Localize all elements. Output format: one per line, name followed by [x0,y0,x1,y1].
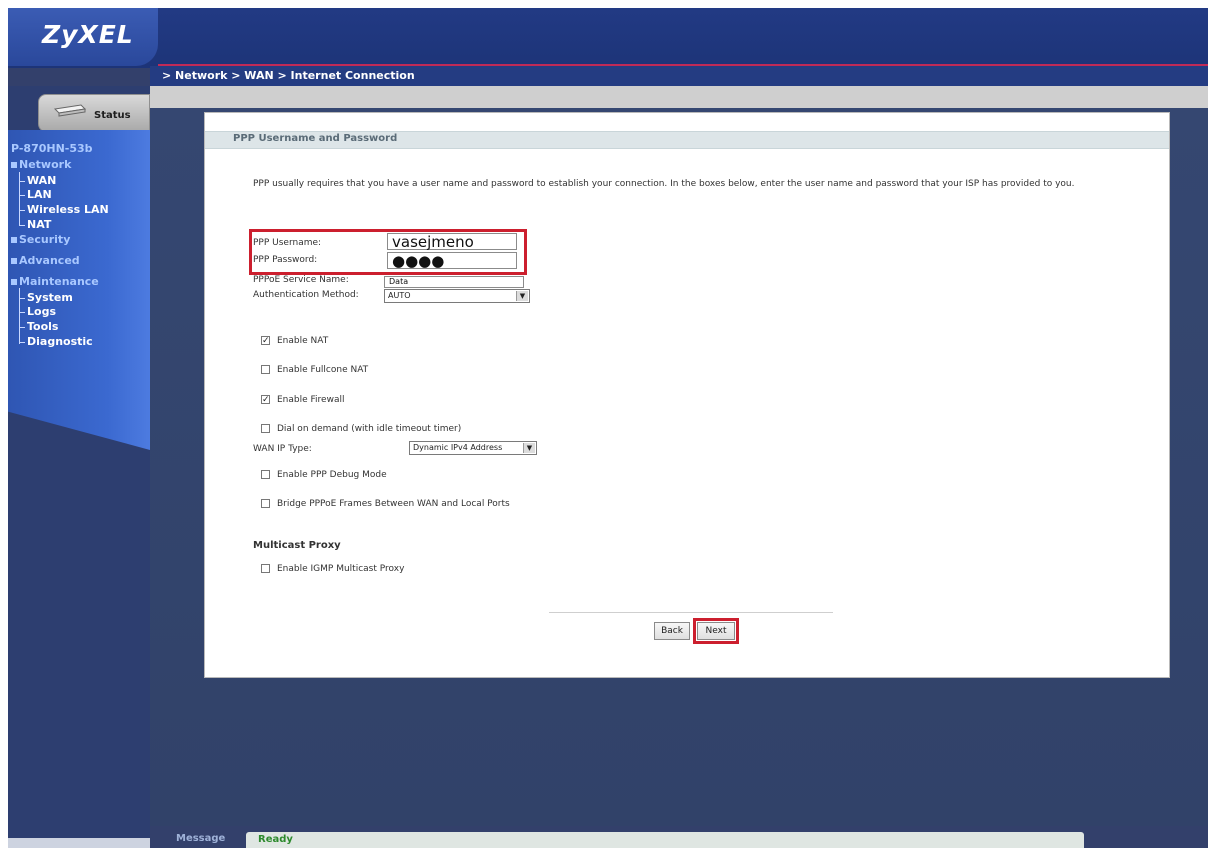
nav-nat[interactable]: NAT [27,218,51,231]
router-web-ui: ZyXEL > Network > WAN > Internet Connect… [8,8,1208,848]
dropdown-arrow-icon: ▼ [523,443,535,453]
service-name-input[interactable]: Data [384,276,524,288]
enable-firewall-label: Enable Firewall [277,395,345,405]
message-label: Message [176,833,226,844]
nav-maintenance[interactable]: Maintenance [11,275,99,288]
tree-line [19,312,25,313]
username-input[interactable]: vasejmeno [387,233,517,251]
multicast-proxy-title: Multicast Proxy [253,540,341,551]
igmp-proxy-label: Enable IGMP Multicast Proxy [277,564,405,574]
auth-method-select[interactable]: AUTO ▼ [384,289,530,303]
expand-icon [11,237,17,243]
tree-line [19,210,25,211]
bridge-pppoe-label: Bridge PPPoE Frames Between WAN and Loca… [277,499,510,509]
message-text: Ready [258,834,293,845]
nav-network-label: Network [19,158,72,171]
wizard-panel: PPP Username and Password PPP usually re… [204,112,1170,678]
router-icon [53,104,87,117]
tree-line [19,298,25,299]
sidebar-bottom-control [8,838,150,848]
zyxel-logo: ZyXEL [42,20,134,49]
nav-tools[interactable]: Tools [27,320,58,333]
enable-fullcone-nat-checkbox[interactable] [261,365,270,374]
bridge-pppoe-checkbox[interactable] [261,499,270,508]
username-label: PPP Username: [253,238,322,248]
nav-lan[interactable]: LAN [27,188,52,201]
nav-wan[interactable]: WAN [27,174,56,187]
auth-method-label: Authentication Method: [253,290,359,300]
expand-icon [11,258,17,264]
nav-menu-panel: P-870HN-53b Network WAN LAN Wireless LAN… [8,130,150,450]
tree-line [19,181,25,182]
wan-ip-type-label: WAN IP Type: [253,444,312,454]
nav-maintenance-label: Maintenance [19,275,99,288]
enable-firewall-checkbox[interactable]: ✓ [261,395,270,405]
auth-method-value: AUTO [388,291,411,300]
panel-description: PPP usually requires that you have a use… [253,179,1075,189]
enable-nat-label: Enable NAT [277,336,329,346]
igmp-proxy-checkbox[interactable] [261,564,270,573]
status-tab[interactable]: Status [38,94,150,132]
nav-system[interactable]: System [27,291,73,304]
message-box: Ready [246,832,1084,848]
collapse-icon [11,279,17,285]
ppp-debug-checkbox[interactable] [261,470,270,479]
tree-line [19,195,25,196]
service-name-label: PPPoE Service Name: [253,275,349,285]
nav-advanced[interactable]: Advanced [11,254,80,267]
wan-ip-type-select[interactable]: Dynamic IPv4 Address ▼ [409,441,537,455]
status-label: Status [94,110,131,121]
dropdown-arrow-icon: ▼ [516,291,528,301]
nav-network[interactable]: Network [11,158,71,171]
nav-advanced-label: Advanced [19,254,80,267]
top-header: ZyXEL [8,8,1208,68]
collapse-icon [11,162,17,168]
ppp-debug-label: Enable PPP Debug Mode [277,470,387,480]
sidebar: Status P-870HN-53b Network WAN LAN Wirel… [8,86,150,848]
nav-wireless-lan[interactable]: Wireless LAN [27,203,109,216]
next-button[interactable]: Next [697,622,735,640]
tree-line [19,225,25,226]
password-input[interactable]: ●●●● [387,252,517,270]
panel-title-bar: PPP Username and Password [205,131,1169,149]
nav-security[interactable]: Security [11,233,70,246]
tree-line [19,288,20,344]
nav-security-label: Security [19,233,71,246]
breadcrumb: > Network > WAN > Internet Connection [162,69,415,82]
button-divider [549,612,833,613]
enable-nat-checkbox[interactable]: ✓ [261,336,270,346]
tree-line [19,327,25,328]
panel-title: PPP Username and Password [233,133,398,144]
status-bar: Message Ready [150,826,1208,848]
device-model: P-870HN-53b [11,142,93,155]
nav-logs[interactable]: Logs [27,305,56,318]
breadcrumb-bar: > Network > WAN > Internet Connection [150,66,1208,86]
enable-fullcone-nat-label: Enable Fullcone NAT [277,365,369,375]
back-button[interactable]: Back [654,622,690,640]
wan-ip-type-value: Dynamic IPv4 Address [413,443,503,452]
dial-on-demand-label: Dial on demand (with idle timeout timer) [277,424,462,434]
tree-line [19,342,25,343]
password-label: PPP Password: [253,255,318,265]
dial-on-demand-checkbox[interactable] [261,424,270,433]
nav-diagnostic[interactable]: Diagnostic [27,335,93,348]
logo-tab: ZyXEL [8,8,158,66]
